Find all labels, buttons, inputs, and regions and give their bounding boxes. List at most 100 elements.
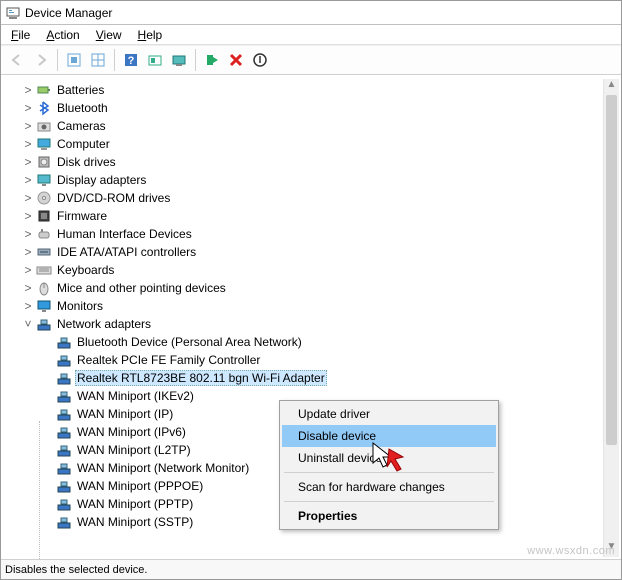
mouse-icon — [35, 280, 53, 296]
view-devices-button[interactable] — [86, 48, 110, 72]
category-label: Monitors — [55, 299, 105, 313]
tree-device[interactable]: Realtek PCIe FE Family Controller — [41, 351, 621, 369]
expand-icon[interactable]: > — [21, 191, 35, 205]
network-icon — [35, 316, 53, 332]
expand-icon[interactable]: > — [21, 119, 35, 133]
device-label: Realtek RTL8723BE 802.11 bgn Wi-Fi Adapt… — [75, 370, 327, 386]
menu-bar: File Action View Help — [1, 25, 621, 45]
network-adapter-icon — [55, 442, 73, 458]
ctx-uninstall-device[interactable]: Uninstall device — [282, 447, 496, 469]
ctx-scan-hardware[interactable]: Scan for hardware changes — [282, 476, 496, 498]
device-label: WAN Miniport (SSTP) — [75, 515, 195, 529]
menu-file[interactable]: File — [3, 26, 38, 44]
device-label: Realtek PCIe FE Family Controller — [75, 353, 262, 367]
toolbar-separator — [57, 49, 58, 71]
device-label: WAN Miniport (PPPOE) — [75, 479, 205, 493]
scroll-up-icon[interactable]: ▲ — [604, 79, 619, 95]
enable-device-button[interactable] — [200, 48, 224, 72]
menu-action[interactable]: Action — [38, 26, 87, 44]
expand-icon[interactable]: > — [21, 209, 35, 223]
network-adapter-icon — [55, 406, 73, 422]
status-text: Disables the selected device. — [5, 564, 147, 576]
context-menu: Update driver Disable device Uninstall d… — [279, 400, 499, 530]
ctx-properties[interactable]: Properties — [282, 505, 496, 527]
category-label: Computer — [55, 137, 112, 151]
category-label: Human Interface Devices — [55, 227, 194, 241]
device-label: WAN Miniport (IP) — [75, 407, 175, 421]
dvd-icon — [35, 190, 53, 206]
ctx-disable-device[interactable]: Disable device — [282, 425, 496, 447]
tree-category[interactable]: >Keyboards — [21, 261, 621, 279]
scan-hardware-button[interactable] — [143, 48, 167, 72]
expand-icon[interactable]: > — [21, 137, 35, 151]
menu-view[interactable]: View — [88, 26, 130, 44]
category-label: IDE ATA/ATAPI controllers — [55, 245, 198, 259]
device-label: WAN Miniport (IKEv2) — [75, 389, 196, 403]
title-bar: Device Manager — [1, 1, 621, 25]
tree-category[interactable]: > Firmware — [21, 207, 621, 225]
device-label: WAN Miniport (IPv6) — [75, 425, 188, 439]
category-label: Batteries — [55, 83, 106, 97]
watermark-text: www.wsxdn.com — [527, 545, 615, 557]
network-adapter-icon — [55, 460, 73, 476]
menu-help[interactable]: Help — [130, 26, 171, 44]
tree-category[interactable]: >Mice and other pointing devices — [21, 279, 621, 297]
network-adapter-icon — [55, 478, 73, 494]
tree-device[interactable]: Bluetooth Device (Personal Area Network) — [41, 333, 621, 351]
bluetooth-icon — [35, 100, 53, 116]
tree-category[interactable]: > DVD/CD-ROM drives — [21, 189, 621, 207]
battery-icon — [35, 82, 53, 98]
back-button[interactable] — [5, 48, 29, 72]
expand-icon[interactable]: > — [21, 173, 35, 187]
ctx-update-driver[interactable]: Update driver — [282, 403, 496, 425]
ide-icon — [35, 244, 53, 260]
expand-icon[interactable]: > — [21, 245, 35, 259]
forward-button[interactable] — [29, 48, 53, 72]
tree-category[interactable]: > Batteries — [21, 81, 621, 99]
tree-category[interactable]: > Monitors — [21, 297, 621, 315]
scrollbar-thumb[interactable] — [606, 95, 617, 445]
vertical-scrollbar[interactable]: ▲ ▼ — [603, 79, 619, 557]
network-adapter-icon — [55, 334, 73, 350]
category-label: Bluetooth — [55, 101, 110, 115]
disable-device-button[interactable] — [248, 48, 272, 72]
tree-guide-line — [39, 421, 40, 559]
expand-icon[interactable]: > — [21, 83, 35, 97]
expand-icon[interactable]: > — [21, 299, 35, 313]
tree-category[interactable]: > Human Interface Devices — [21, 225, 621, 243]
toolbar-separator — [195, 49, 196, 71]
category-label: Network adapters — [55, 317, 153, 331]
help-button[interactable]: ? — [119, 48, 143, 72]
device-label: WAN Miniport (L2TP) — [75, 443, 193, 457]
toolbar: ? — [1, 45, 621, 75]
expand-icon[interactable]: > — [21, 281, 35, 295]
network-adapter-icon — [55, 514, 73, 530]
tree-device[interactable]: Realtek RTL8723BE 802.11 bgn Wi-Fi Adapt… — [41, 369, 621, 387]
show-hidden-button[interactable] — [62, 48, 86, 72]
expand-icon[interactable]: > — [21, 101, 35, 115]
device-label: WAN Miniport (Network Monitor) — [75, 461, 251, 475]
tree-category[interactable]: ˅ Network adapters — [21, 315, 621, 333]
category-label: Cameras — [55, 119, 108, 133]
tree-category[interactable]: >Disk drives — [21, 153, 621, 171]
update-driver-button[interactable] — [167, 48, 191, 72]
tree-category[interactable]: > Bluetooth — [21, 99, 621, 117]
expand-icon[interactable]: > — [21, 155, 35, 169]
uninstall-device-button[interactable] — [224, 48, 248, 72]
network-adapter-icon — [55, 496, 73, 512]
tree-category[interactable]: > IDE ATA/ATAPI controllers — [21, 243, 621, 261]
keyboard-icon — [35, 262, 53, 278]
category-label: Firmware — [55, 209, 109, 223]
tree-category[interactable]: > Cameras — [21, 117, 621, 135]
category-label: DVD/CD-ROM drives — [55, 191, 172, 205]
display-icon — [35, 172, 53, 188]
computer-icon — [35, 136, 53, 152]
expand-icon[interactable]: ˅ — [21, 317, 35, 331]
expand-icon[interactable]: > — [21, 263, 35, 277]
tree-category[interactable]: > Computer — [21, 135, 621, 153]
expand-icon[interactable]: > — [21, 227, 35, 241]
monitor-icon — [35, 298, 53, 314]
hid-icon — [35, 226, 53, 242]
app-icon — [5, 5, 21, 21]
tree-category[interactable]: >Display adapters — [21, 171, 621, 189]
